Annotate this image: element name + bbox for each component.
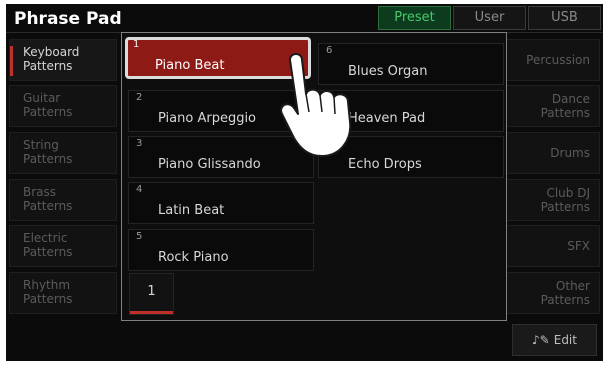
category-label-line1: Brass	[23, 185, 57, 199]
category-label-line2: Patterns	[540, 293, 590, 307]
pad-name: Latin Beat	[158, 203, 225, 218]
source-tabs: Preset User USB	[378, 6, 601, 30]
pad-number: 1	[133, 39, 140, 50]
category-electric-patterns[interactable]: Electric Patterns	[9, 225, 117, 267]
category-dance-patterns[interactable]: Dance Patterns	[504, 85, 600, 127]
pad-4[interactable]: 4 Latin Beat	[128, 182, 314, 224]
tab-usb[interactable]: USB	[528, 6, 601, 30]
pad-number: 5	[136, 231, 143, 242]
page-tab-1[interactable]: 1	[129, 273, 174, 315]
category-label-line1: Electric	[23, 231, 68, 245]
category-sfx[interactable]: SFX	[504, 225, 600, 267]
category-label-line2: Patterns	[23, 105, 73, 119]
pointing-hand-icon	[280, 53, 352, 157]
phrase-pad-screen: Phrase Pad Preset User USB Keyboard Patt…	[6, 4, 603, 361]
category-label-line2: Patterns	[23, 199, 73, 213]
page-number: 1	[147, 284, 156, 299]
category-label-line2: Patterns	[23, 292, 73, 306]
page-active-indicator	[130, 311, 173, 314]
edit-button[interactable]: ♪✎ Edit	[512, 324, 597, 356]
tab-user[interactable]: User	[453, 6, 526, 30]
category-label-line1: Percussion	[526, 53, 590, 67]
category-label-line1: Other	[555, 279, 590, 293]
category-other-patterns[interactable]: Other Patterns	[504, 272, 600, 314]
category-drums[interactable]: Drums	[504, 132, 600, 174]
pad-name: Echo Drops	[348, 157, 422, 172]
category-label-line2: Patterns	[23, 59, 73, 73]
pad-name: Piano Glissando	[158, 157, 261, 172]
pad-name: Piano Beat	[155, 58, 225, 73]
pad-number: 2	[136, 92, 143, 103]
pad-number: 4	[136, 184, 143, 195]
category-label-line1: Guitar	[23, 91, 61, 105]
category-label-line2: Patterns	[23, 245, 73, 259]
tab-preset[interactable]: Preset	[378, 6, 451, 30]
category-label-line1: Keyboard	[23, 45, 80, 59]
category-keyboard-patterns[interactable]: Keyboard Patterns	[9, 39, 117, 81]
category-label-line1: Club DJ	[546, 186, 590, 200]
category-label-line1: Drums	[550, 146, 590, 160]
category-label-line2: Patterns	[540, 106, 590, 120]
note-edit-icon: ♪✎	[532, 333, 550, 347]
category-label-line2: Patterns	[23, 152, 73, 166]
category-percussion[interactable]: Percussion	[504, 39, 600, 81]
category-label-line1: Dance	[551, 92, 590, 106]
category-label-line1: Rhythm	[23, 278, 71, 292]
page-title: Phrase Pad	[14, 9, 122, 29]
edit-label: Edit	[553, 333, 577, 347]
category-brass-patterns[interactable]: Brass Patterns	[9, 179, 117, 221]
category-guitar-patterns[interactable]: Guitar Patterns	[9, 85, 117, 127]
pad-name: Piano Arpeggio	[158, 111, 257, 126]
category-label-line1: SFX	[567, 239, 590, 253]
category-label-line1: String	[23, 138, 59, 152]
category-string-patterns[interactable]: String Patterns	[9, 132, 117, 174]
category-club-dj-patterns[interactable]: Club DJ Patterns	[504, 179, 600, 221]
pad-name: Rock Piano	[158, 250, 229, 265]
pad-number: 3	[136, 138, 143, 149]
category-label-line2: Patterns	[540, 200, 590, 214]
pad-5[interactable]: 5 Rock Piano	[128, 229, 314, 271]
category-rhythm-patterns[interactable]: Rhythm Patterns	[9, 272, 117, 314]
